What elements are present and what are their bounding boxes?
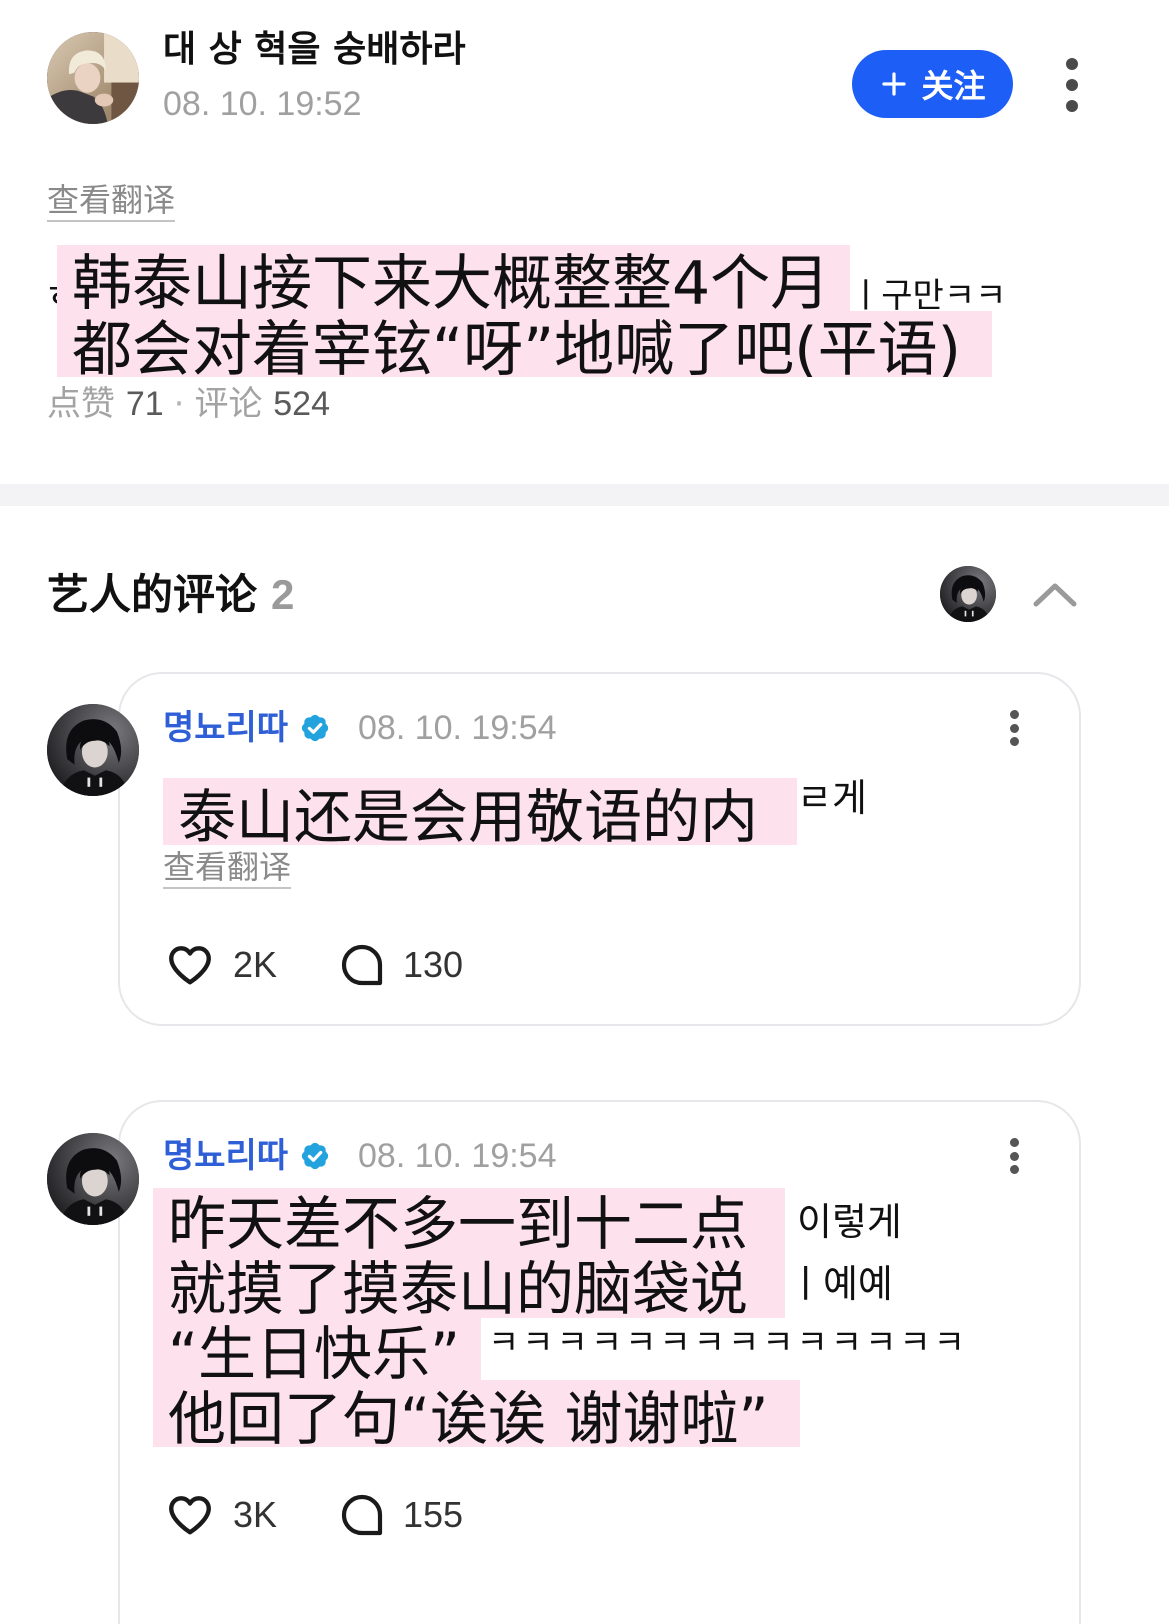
translation-overlay-line: 都会对着宰铉“呀”地喊了吧(平语): [57, 311, 992, 377]
plus-icon: [879, 69, 909, 99]
artist-name[interactable]: 명뇨리따: [163, 708, 288, 748]
original-text-fragment: ㅣ구만ㅋㅋ: [850, 276, 1007, 316]
post-stats: 点赞 71 · 评论 524: [47, 382, 330, 426]
translation-overlay-line: “生日快乐”: [153, 1318, 481, 1380]
reply-count: 130: [403, 944, 464, 985]
comment-timestamp: 08. 10. 19:54: [358, 709, 557, 747]
post-more-options-icon[interactable]: [1062, 58, 1082, 112]
comment-icon[interactable]: [338, 941, 386, 989]
comment-more-options-icon[interactable]: [1004, 1138, 1024, 1174]
like-count: 2K: [233, 944, 278, 985]
artist-name[interactable]: 명뇨리따: [163, 1136, 288, 1176]
verified-badge-icon: [299, 712, 331, 744]
likes-count: 71: [125, 385, 164, 423]
comment-timestamp: 08. 10. 19:54: [358, 1137, 557, 1175]
translation-overlay-line: 泰山还是会用敬语的内: [163, 778, 797, 845]
follow-label: 关注: [921, 67, 986, 105]
translation-overlay-line: 就摸了摸泰山的脑袋说: [153, 1250, 785, 1318]
like-count: 3K: [233, 1494, 278, 1535]
artist-photo: [47, 704, 139, 796]
original-text-fragment: ㅋㅋㅋㅋㅋㅋㅋㅋㅋㅋㅋㅋㅋㅋ: [488, 1323, 968, 1363]
original-text-fragment: ㅣ예예: [788, 1262, 893, 1306]
stats-separator: ·: [173, 384, 185, 424]
heart-icon[interactable]: [163, 940, 217, 990]
comments-label: 评论: [194, 384, 263, 424]
comments-count: 524: [273, 385, 330, 423]
translation-overlay-line: 韩泰山接下来大概整整4个月: [57, 245, 850, 311]
artist-comments-title-text: 艺人的评论: [47, 570, 258, 619]
artist-avatar[interactable]: [47, 1133, 139, 1225]
verified-badge-icon: [299, 1140, 331, 1172]
post-timestamp: 08. 10. 19:52: [163, 85, 362, 123]
section-divider: [0, 484, 1169, 506]
artist-comments-title: 艺人的评论 2: [47, 571, 294, 619]
view-translation-link[interactable]: 查看翻译: [163, 847, 291, 887]
view-translation-link[interactable]: 查看翻译: [47, 180, 175, 220]
translation-overlay-line: 他回了句“诶诶 谢谢啦”: [153, 1380, 800, 1447]
original-text-fragment: 이렇게: [797, 1200, 902, 1244]
likes-label: 点赞: [47, 384, 115, 424]
reply-count: 155: [403, 1494, 464, 1535]
post-detail-screen: 대 상 혁을 숭배하라 08. 10. 19:52 关注 查看翻译 ㅎ ㅣ구만ㅋ…: [0, 0, 1169, 1624]
follow-button[interactable]: 关注: [852, 50, 1013, 118]
artist-photo: [47, 1133, 139, 1225]
author-avatar[interactable]: [47, 32, 139, 124]
comment-more-options-icon[interactable]: [1004, 710, 1024, 746]
heart-icon[interactable]: [163, 1490, 217, 1540]
comment-icon[interactable]: [338, 1491, 386, 1539]
artist-photo: [940, 566, 996, 622]
author-photo: [47, 32, 139, 124]
artist-avatar[interactable]: [47, 704, 139, 796]
translation-overlay-line: 昨天差不多一到十二点: [153, 1188, 785, 1250]
original-text-fragment: ㄹ게: [797, 776, 867, 820]
artist-mini-avatar[interactable]: [940, 566, 996, 622]
author-name[interactable]: 대 상 혁을 숭배하라: [163, 28, 466, 72]
chevron-up-icon[interactable]: [1032, 580, 1078, 608]
artist-comments-count: 2: [271, 571, 295, 618]
